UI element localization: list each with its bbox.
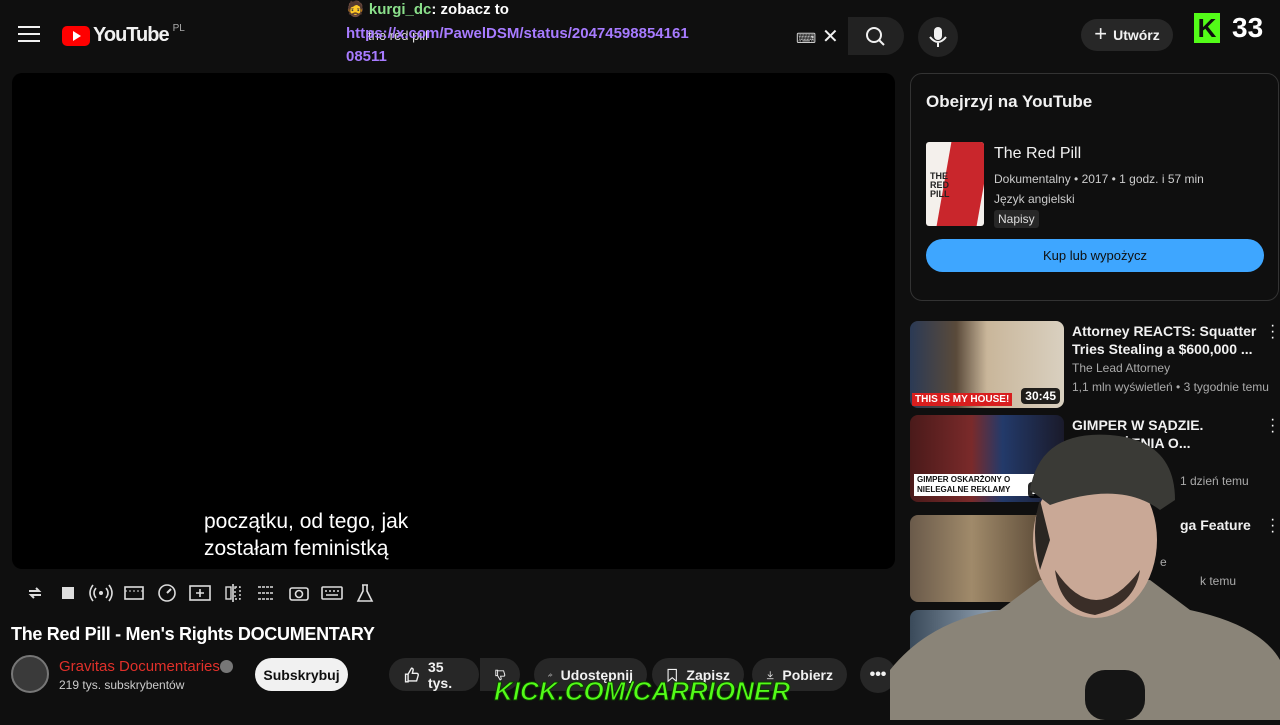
chat-avatar-icon: 🧔	[346, 1, 369, 18]
create-button[interactable]: + Utwórz	[1081, 19, 1173, 51]
chat-message: 🧔 kurgi_dc: zobacz to	[346, 0, 509, 18]
chat-link[interactable]: https://x.com/PawelDSM/status/2047459885…	[346, 22, 696, 68]
recommendation-title[interactable]: Attorney REACTS: Squatter Tries Stealing…	[1072, 322, 1262, 358]
thumbnail-caption: THIS IS MY HOUSE!	[912, 393, 1013, 406]
buy-or-rent-button[interactable]: Kup lub wypożycz	[926, 239, 1264, 272]
frames-icon[interactable]	[121, 580, 146, 605]
search-button[interactable]	[848, 17, 904, 55]
video-thumbnail[interactable]: THIS IS MY HOUSE! 30:45	[910, 321, 1064, 408]
speed-icon[interactable]	[154, 580, 179, 605]
film-title[interactable]: The Red Pill	[994, 145, 1081, 163]
subtitles-badge: Napisy	[994, 210, 1039, 228]
like-button[interactable]: 35 tys.	[389, 658, 479, 691]
kick-url-overlay: KICK.COM/CARRIONER	[493, 676, 791, 707]
chat-text: : zobacz to	[431, 1, 509, 18]
subtitle-line: początku, od tego, jak	[204, 510, 409, 533]
video-subtitle: początku, od tego, jak zostałam feminist…	[204, 508, 408, 562]
youtube-logo[interactable]: YouTube PL	[62, 23, 185, 47]
video-duration: 30:45	[1021, 388, 1060, 404]
subtitle-line: zostałam feministką	[204, 537, 389, 560]
chat-username: kurgi_dc	[368, 1, 432, 18]
search-icon	[866, 27, 885, 46]
add-frame-icon[interactable]	[187, 580, 212, 605]
close-icon[interactable]: ✕	[822, 24, 839, 49]
viewer-count: 33	[1232, 12, 1264, 43]
like-count: 35 tys.	[427, 658, 453, 691]
split-icon[interactable]	[220, 580, 245, 605]
flask-icon[interactable]	[352, 580, 377, 605]
recommendation-channel[interactable]: The Lead Attorney	[1072, 361, 1170, 375]
streamer-webcam	[890, 420, 1280, 720]
keyboard-icon[interactable]	[319, 580, 344, 605]
layout-icon[interactable]	[253, 580, 278, 605]
verified-icon	[220, 660, 233, 673]
microphone-icon	[929, 27, 947, 47]
voice-search-button[interactable]	[918, 17, 958, 57]
channel-name[interactable]: Gravitas Documentaries	[59, 658, 220, 675]
screenshot-icon[interactable]	[286, 580, 311, 605]
kick-viewer-badge: K 33	[1194, 12, 1263, 44]
subscribe-button[interactable]: Subskrybuj	[255, 658, 348, 691]
youtube-play-icon	[62, 25, 90, 46]
thumbs-up-icon	[404, 667, 419, 682]
stop-icon[interactable]	[55, 580, 80, 605]
subscriber-count: 219 tys. subskrybentów	[59, 678, 185, 692]
film-poster[interactable]: THE RED PILL	[926, 142, 984, 226]
channel-avatar[interactable]	[11, 655, 49, 693]
kebab-menu-icon[interactable]: · · ·	[1270, 318, 1275, 346]
film-meta: Dokumentalny • 2017 • 1 godz. i 57 min	[994, 172, 1204, 186]
country-code: PL	[172, 23, 185, 34]
video-player[interactable]	[12, 73, 895, 569]
panel-heading: Obejrzyj na YouTube	[926, 92, 1093, 111]
recommendation-item[interactable]: THIS IS MY HOUSE! 30:45 Attorney REACTS:…	[910, 318, 1280, 409]
kick-logo-icon: K	[1194, 13, 1220, 43]
more-icon: •••	[869, 666, 887, 683]
loop-icon[interactable]	[22, 580, 47, 605]
film-language: Język angielski	[994, 192, 1075, 206]
recommendation-meta: 1,1 mln wyświetleń • 3 tygodnie temu	[1072, 380, 1269, 394]
broadcast-icon[interactable]	[88, 580, 113, 605]
create-label: Utwórz	[1113, 27, 1160, 43]
plus-icon: +	[1094, 21, 1108, 46]
logo-text: YouTube	[93, 24, 170, 46]
keyboard-icon[interactable]: ⌨	[796, 30, 816, 47]
extension-toolbar	[22, 580, 377, 605]
menu-icon[interactable]	[18, 26, 40, 44]
video-title: The Red Pill - Men's Rights DOCUMENTARY	[11, 624, 375, 644]
